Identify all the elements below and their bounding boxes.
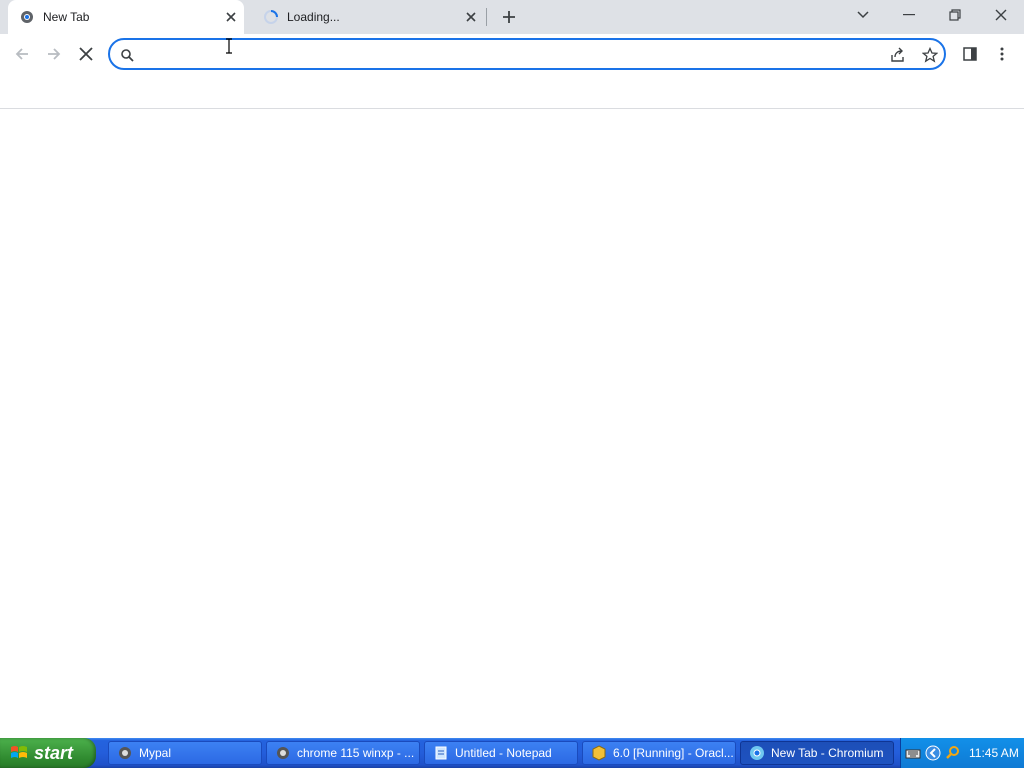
- start-label: start: [34, 742, 74, 763]
- tab-separator: [486, 8, 487, 26]
- new-tab-button[interactable]: [498, 6, 520, 28]
- menu-button[interactable]: [990, 42, 1014, 66]
- keyboard-icon[interactable]: [905, 745, 921, 761]
- mypal-icon: [119, 747, 131, 759]
- chromium-favicon-icon: [21, 11, 33, 23]
- restore-button[interactable]: [932, 0, 978, 30]
- taskbar-item-notepad[interactable]: Untitled - Notepad: [424, 741, 578, 765]
- tab-title: Loading...: [287, 10, 340, 24]
- plus-icon: [503, 11, 515, 23]
- kebab-menu-icon: [1000, 47, 1004, 61]
- tab-close-icon[interactable]: [222, 8, 240, 26]
- page-content: [0, 109, 1024, 738]
- text-cursor-icon: [226, 38, 232, 54]
- tab-search-button[interactable]: [840, 0, 886, 30]
- bookmarks-bar: [0, 74, 1024, 109]
- address-bar[interactable]: [108, 38, 946, 70]
- close-window-button[interactable]: [978, 0, 1024, 30]
- taskbar-item-virtualbox[interactable]: 6.0 [Running] - Oracl...: [582, 741, 736, 765]
- windows-flag-icon: [11, 746, 27, 758]
- loading-spinner-icon: [264, 10, 278, 24]
- minimize-icon: [903, 14, 915, 16]
- arrow-right-icon: [48, 48, 61, 60]
- virtualbox-icon: [592, 745, 606, 761]
- mypal-icon: [277, 747, 289, 759]
- tab-title: New Tab: [43, 10, 90, 24]
- browser-toolbar: [0, 34, 1024, 74]
- close-icon: [79, 47, 93, 61]
- system-tray: 11:45 AM: [900, 738, 1024, 768]
- chromium-icon: [750, 746, 764, 760]
- forward-button[interactable]: [42, 42, 66, 66]
- taskbar-item-mypal[interactable]: Mypal: [108, 741, 262, 765]
- stop-loading-button[interactable]: [74, 42, 98, 66]
- arrow-left-icon: [15, 48, 28, 60]
- restore-icon: [949, 9, 961, 21]
- close-icon: [995, 9, 1007, 21]
- chevron-left-icon[interactable]: [925, 745, 941, 761]
- tab-close-icon[interactable]: [462, 8, 480, 26]
- windows-taskbar: start Mypal chrome 115 winxp - ... Untit…: [0, 738, 1024, 768]
- chevron-down-icon: [857, 11, 869, 19]
- bookmark-star-icon[interactable]: [921, 46, 939, 64]
- minimize-button[interactable]: [886, 0, 932, 30]
- tab-new-tab[interactable]: New Tab: [8, 0, 244, 34]
- side-panel-button[interactable]: [958, 42, 982, 66]
- share-icon[interactable]: [889, 46, 907, 64]
- search-icon[interactable]: [945, 745, 961, 761]
- taskbar-item-chrome-115[interactable]: chrome 115 winxp - ...: [266, 741, 420, 765]
- tab-loading[interactable]: Loading...: [252, 0, 484, 34]
- address-input[interactable]: [142, 44, 886, 66]
- search-icon: [118, 46, 136, 64]
- notepad-icon: [435, 746, 447, 760]
- side-panel-icon: [963, 47, 977, 61]
- tab-strip: New Tab Loading...: [0, 0, 1024, 34]
- clock: 11:45 AM: [969, 746, 1019, 760]
- start-button[interactable]: start: [0, 738, 96, 768]
- taskbar-item-chromium[interactable]: New Tab - Chromium: [740, 741, 894, 765]
- back-button[interactable]: [10, 42, 34, 66]
